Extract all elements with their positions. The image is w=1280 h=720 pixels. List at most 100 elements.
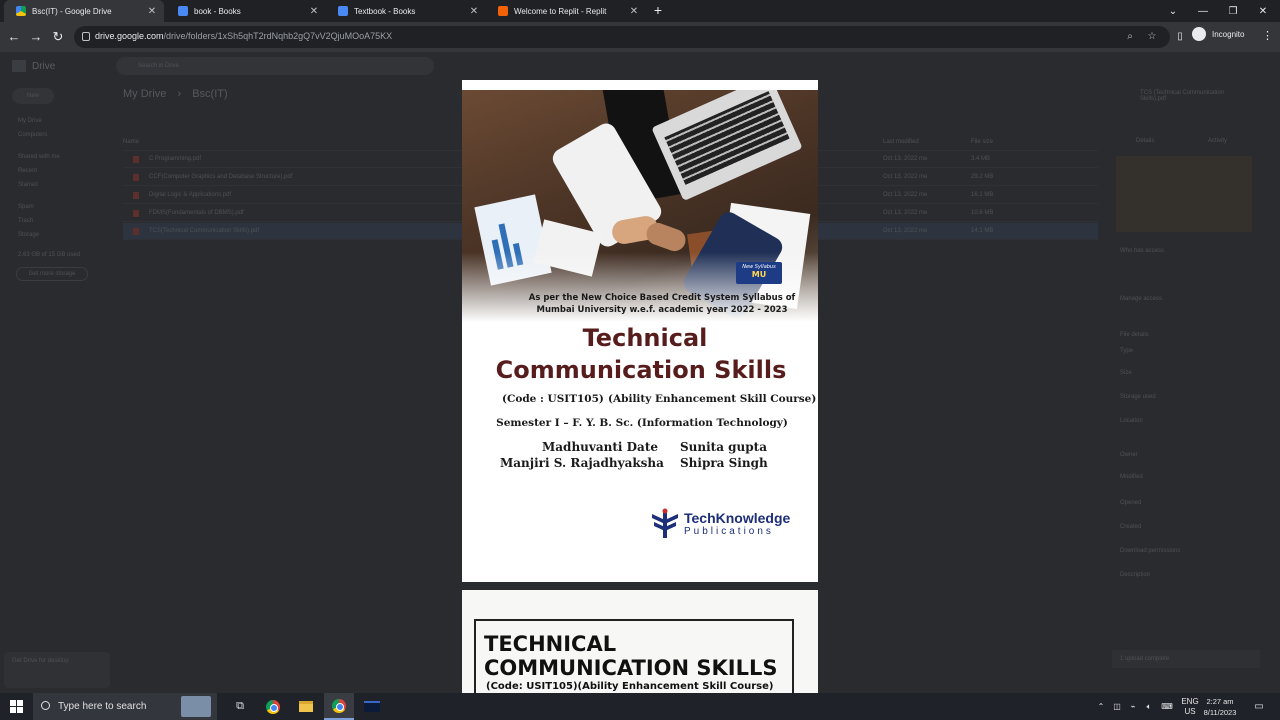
tab-activity[interactable]: Activity [1208, 138, 1227, 144]
volume-icon[interactable]: 🔈︎ [1142, 693, 1156, 720]
side-panel-icon[interactable]: ▯ [1172, 29, 1188, 45]
sidebar-item-computers[interactable]: Computers [18, 132, 47, 138]
sidebar-item-shared[interactable]: Shared with me [18, 154, 60, 160]
sidebar-item-trash[interactable]: Trash [18, 218, 33, 224]
column-name[interactable]: Name [123, 139, 139, 145]
breadcrumb-folder[interactable]: Bsc(IT) [192, 88, 227, 100]
pdf-icon [133, 192, 139, 199]
terminal-taskbar-icon[interactable] [357, 693, 387, 720]
restore-button[interactable]: ❐ [1218, 0, 1248, 22]
pdf-icon [133, 210, 139, 217]
file-modified: Oct 13, 2022 me [883, 192, 928, 198]
chrome-taskbar-icon[interactable] [258, 693, 288, 720]
column-modified[interactable]: Last modified [883, 139, 919, 145]
drive-desktop-toast[interactable]: Get Drive for desktop [4, 652, 110, 688]
replit-icon [498, 6, 508, 16]
tray-chevron-up-icon[interactable]: ⌃ [1094, 693, 1108, 720]
file-name: TCS(Technical Communication Skills).pdf [149, 228, 260, 234]
back-arrow-icon[interactable]: ← [6, 29, 22, 45]
file-explorer-taskbar-icon[interactable] [291, 693, 321, 720]
tray-app-icon[interactable]: ◫ [1110, 693, 1124, 720]
close-tab-icon[interactable]: ✕ [308, 6, 320, 17]
drive-logo: Drive [12, 60, 55, 72]
manage-access-button[interactable]: Manage access [1120, 296, 1162, 302]
close-window-button[interactable]: ✕ [1248, 0, 1278, 22]
taskbar-search-input[interactable]: Type here to search [33, 693, 217, 720]
page2-subtitle: (Code: USIT105)(Ability Enhancement Skil… [486, 681, 774, 692]
details-label: Type [1120, 348, 1134, 354]
tab-replit[interactable]: Welcome to Replit - Replit ✕ [486, 0, 646, 22]
chrome-incognito-taskbar-icon[interactable] [324, 693, 354, 720]
pdf-icon [133, 228, 139, 235]
network-icon[interactable]: ⌁ [1126, 693, 1140, 720]
tab-title: Bsc(IT) - Google Drive [32, 6, 112, 16]
badge-top-text: New Syllabus [742, 264, 776, 270]
windows-start-icon[interactable] [10, 700, 23, 713]
tab-textbook-books[interactable]: Textbook - Books ✕ [326, 0, 486, 22]
address-bar[interactable]: drive.google.com/drive/folders/1xSh5qhT2… [74, 26, 1170, 48]
upload-status-bar: 1 upload complete [1112, 650, 1260, 668]
file-modified: Oct 13, 2022 me [883, 210, 928, 216]
file-size: 10.6 MB [971, 210, 994, 216]
windows-taskbar: Type here to search ⧉ ⌃ ◫ ⌁ 🔈︎ ⌨ ENG US … [0, 693, 1280, 720]
browser-menu-icon[interactable]: ⋮ [1262, 29, 1273, 42]
file-modified: Oct 13, 2022 me [883, 228, 928, 234]
tab-google-drive[interactable]: Bsc(IT) - Google Drive ✕ [4, 0, 164, 22]
course-type: (Ability Enhancement Skill Course) [608, 393, 817, 405]
author-name: Shipra Singh [680, 456, 768, 470]
forward-arrow-icon[interactable]: → [28, 29, 44, 45]
browser-toolbar: ← → ↻ drive.google.com/drive/folders/1xS… [0, 22, 1280, 52]
sidebar-item-spam[interactable]: Spam [18, 204, 34, 210]
syllabus-note: As per the New Choice Based Credit Syste… [522, 292, 802, 316]
tab-search-chevron-icon[interactable]: ⌄ [1158, 0, 1188, 22]
folder-icon [299, 701, 313, 712]
tab-title: book - Books [194, 6, 241, 16]
file-name: FDMS(Fundamentals of DBMS).pdf [149, 210, 244, 216]
course-code: (Code : USIT105) [502, 393, 604, 405]
incognito-profile-button[interactable]: Incognito [1192, 27, 1244, 41]
close-tab-icon[interactable]: ✕ [468, 6, 480, 17]
new-syllabus-badge: New Syllabus MU [736, 262, 782, 284]
handshake-illustration [643, 219, 689, 255]
google-drive-icon [16, 6, 26, 16]
details-label: Modified [1120, 474, 1143, 480]
syllabus-line: Mumbai University w.e.f. academic year 2… [536, 305, 788, 315]
taskbar-search-placeholder: Type here to search [58, 701, 147, 712]
task-view-icon[interactable]: ⧉ [225, 693, 255, 720]
publisher-sub: Publications [684, 526, 774, 537]
syllabus-line: As per the New Choice Based Credit Syste… [528, 293, 796, 303]
tab-book-books[interactable]: book - Books ✕ [166, 0, 326, 22]
sidebar-item-recent[interactable]: Recent [18, 168, 37, 174]
incognito-icon [1192, 27, 1206, 41]
profile-label: Incognito [1212, 29, 1245, 39]
reload-icon[interactable]: ↻ [50, 29, 66, 45]
get-more-storage-button[interactable]: Get more storage [16, 267, 88, 281]
system-clock[interactable]: 2:27 am 8/11/2023 [1198, 696, 1242, 718]
search-icon [41, 701, 50, 710]
minimize-button[interactable]: — [1188, 0, 1218, 22]
file-thumbnail [1116, 156, 1252, 232]
close-tab-icon[interactable]: ✕ [146, 6, 158, 17]
details-label: Who has access [1120, 248, 1165, 254]
column-size[interactable]: File size [971, 139, 993, 145]
tab-details[interactable]: Details [1136, 138, 1154, 144]
details-label: File details [1120, 332, 1149, 338]
details-title: TCS (Technical Communication Skills).pdf [1140, 90, 1225, 102]
details-label: Storage used [1120, 394, 1156, 400]
keyboard-icon[interactable]: ⌨ [1158, 693, 1176, 720]
breadcrumb-my-drive[interactable]: My Drive [123, 88, 166, 100]
zoom-icon[interactable]: ⌕ [1124, 31, 1136, 43]
techknowledge-logo-icon [652, 508, 678, 538]
drive-search-input[interactable]: Search in Drive [116, 57, 434, 75]
bookmark-star-icon[interactable]: ☆ [1146, 31, 1158, 43]
browser-tab-strip: Bsc(IT) - Google Drive ✕ book - Books ✕ … [0, 0, 1280, 22]
notifications-icon[interactable]: ▭ [1250, 693, 1268, 720]
details-label: Location [1120, 418, 1143, 424]
sidebar-item-my-drive[interactable]: My Drive [18, 118, 42, 124]
sidebar-item-starred[interactable]: Starred [18, 182, 38, 188]
new-tab-button[interactable]: + [651, 3, 665, 17]
details-label: Opened [1120, 500, 1142, 506]
sidebar-item-storage[interactable]: Storage [18, 232, 39, 238]
new-button[interactable]: New [12, 88, 54, 104]
close-tab-icon[interactable]: ✕ [628, 6, 640, 17]
